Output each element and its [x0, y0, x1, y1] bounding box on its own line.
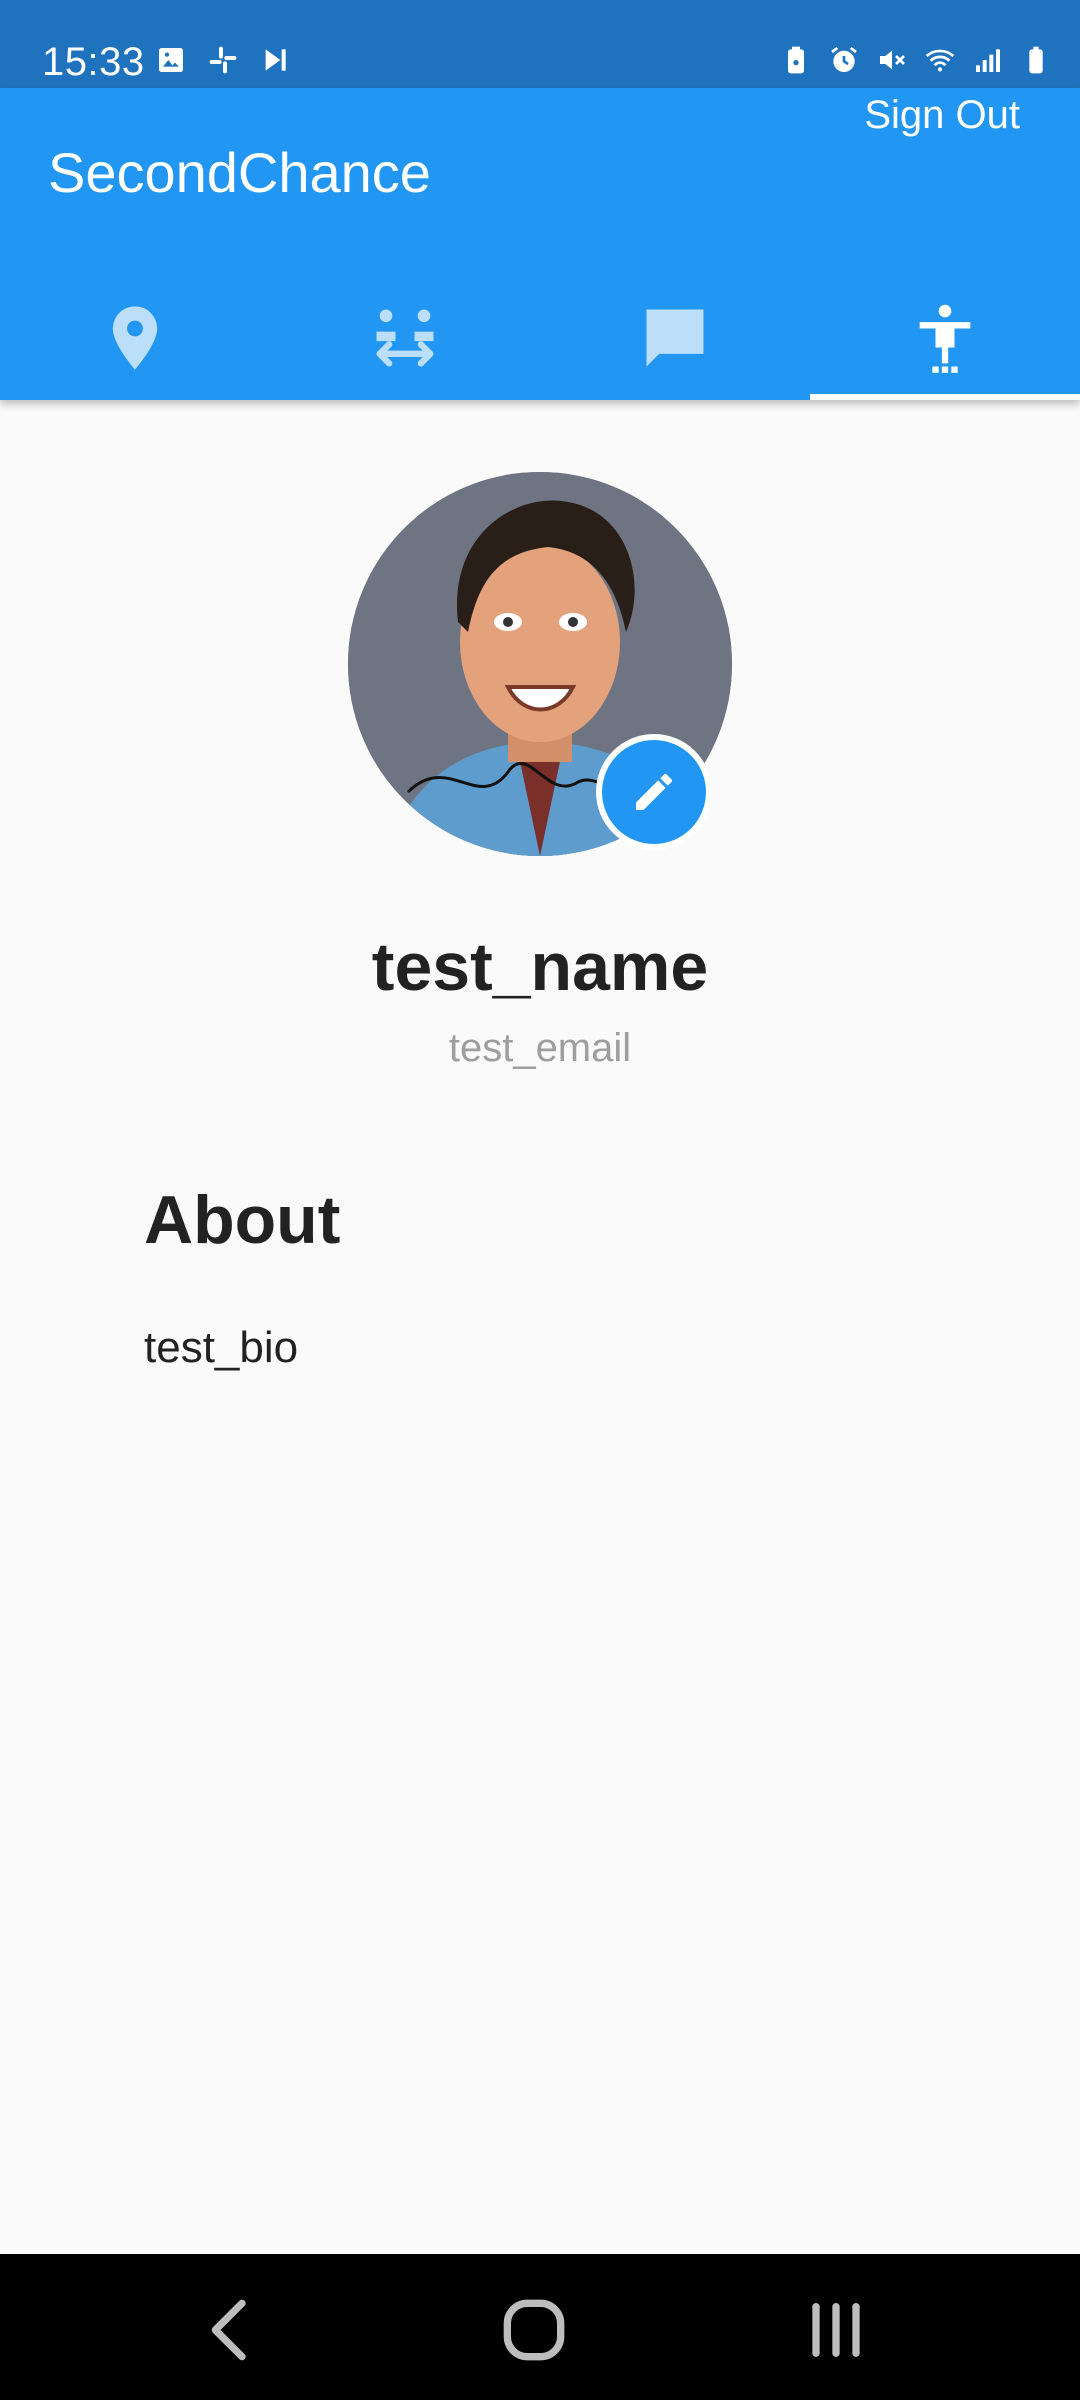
- slack-icon: [209, 46, 237, 74]
- about-heading: About: [144, 1182, 341, 1258]
- home-button[interactable]: [494, 2290, 574, 2370]
- back-icon: [211, 2299, 246, 2361]
- recents-icon: [812, 2303, 860, 2357]
- signal-icon: [976, 49, 1000, 72]
- wifi-icon: [925, 49, 955, 72]
- sign-out-button[interactable]: Sign Out: [864, 88, 1020, 142]
- system-nav-bar: [0, 2254, 1080, 2400]
- image-icon: [159, 48, 183, 72]
- alarm-icon: [831, 46, 857, 72]
- profile-avatar-container: [348, 472, 732, 856]
- profile-name: test_name: [371, 929, 709, 1005]
- tab-profile[interactable]: [810, 276, 1080, 400]
- tab-matches[interactable]: [270, 276, 540, 400]
- profile-email: test_email: [448, 1026, 632, 1070]
- edit-avatar-button[interactable]: [596, 734, 712, 850]
- home-icon: [503, 2299, 565, 2361]
- battery-saver-icon: [788, 46, 804, 74]
- status-bar: 15:33: [0, 0, 1080, 88]
- back-button[interactable]: [192, 2290, 272, 2370]
- recents-button[interactable]: [796, 2290, 876, 2370]
- battery-icon: [1029, 46, 1043, 74]
- person-accessibility-icon: [919, 304, 971, 373]
- mute-icon: [880, 50, 905, 70]
- tab-chat[interactable]: [540, 276, 810, 400]
- people-exchange-icon: [376, 309, 434, 367]
- pencil-icon: [636, 773, 673, 810]
- tab-map[interactable]: [0, 276, 270, 400]
- media-skip-icon: [265, 49, 286, 71]
- tab-bar: [0, 276, 1080, 400]
- chat-bubble-icon: [646, 309, 704, 367]
- profile-bio: test_bio: [144, 1323, 299, 1372]
- location-pin-icon: [112, 306, 158, 370]
- status-time: 15:33: [42, 40, 145, 84]
- app-bar: Sign Out SecondChance: [0, 88, 1080, 400]
- app-title: SecondChance: [48, 141, 431, 204]
